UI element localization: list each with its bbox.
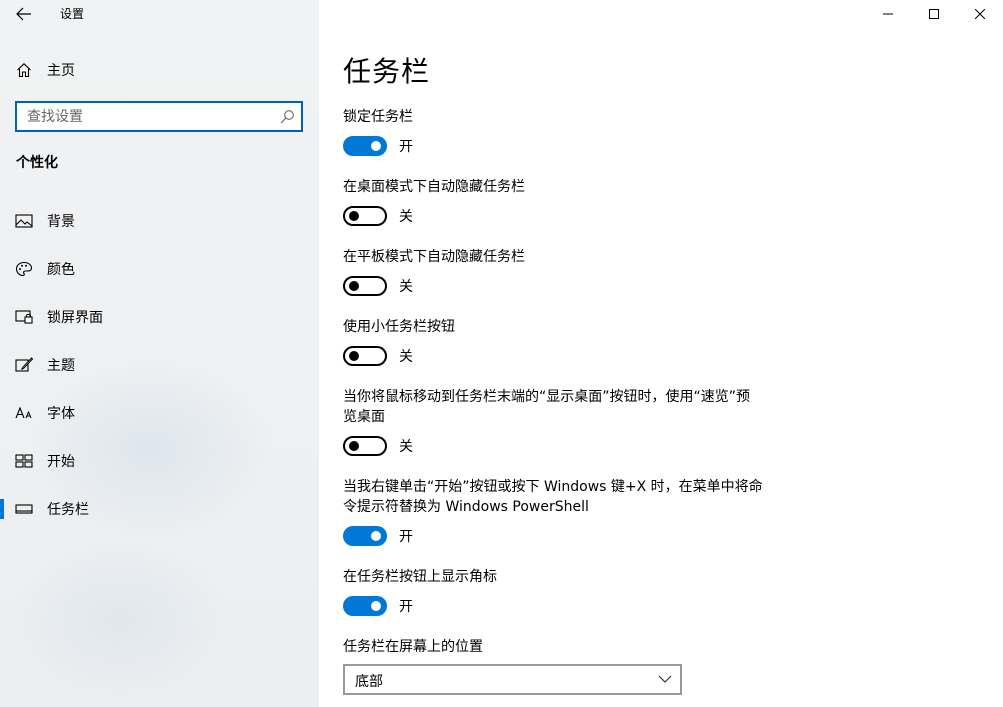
setting-autohide-desktop: 在桌面模式下自动隐藏任务栏 关 [343,177,793,226]
sidebar-item-background[interactable]: 背景 [0,201,319,241]
setting-label: 在任务栏按钮上显示角标 [343,569,497,585]
close-icon [975,9,985,19]
peek-toggle[interactable] [343,436,387,456]
search-input[interactable] [17,103,273,130]
setting-small-buttons: 使用小任务栏按钮 关 [343,317,793,366]
taskbar-icon [15,504,33,514]
toggle-state: 开 [399,529,413,545]
setting-label: 在平板模式下自动隐藏任务栏 [343,249,525,265]
home-icon [17,63,31,78]
setting-label: 在桌面模式下自动隐藏任务栏 [343,179,525,195]
toggle-state: 开 [399,139,413,155]
sidebar-item-label: 开始 [47,454,75,470]
autohide-desktop-toggle[interactable] [343,206,387,226]
setting-autohide-tablet: 在平板模式下自动隐藏任务栏 关 [343,247,793,296]
toggle-knob [349,281,359,291]
font-icon [15,406,32,419]
setting-powershell: 当我右键单击“开始”按钮或按下 Windows 键+X 时，在菜单中将命 令提示… [343,477,793,546]
search-box[interactable] [15,101,303,132]
lock-taskbar-toggle[interactable] [343,136,387,156]
sidebar-item-label: 背景 [47,214,75,230]
toggle-state: 开 [399,599,413,615]
window-controls [865,0,1003,28]
toggle-state: 关 [399,349,413,365]
back-button[interactable] [10,2,38,26]
setting-lock-taskbar: 锁定任务栏 开 [343,107,793,156]
sidebar-item-label: 锁屏界面 [47,310,103,326]
palette-icon [15,261,33,277]
small-buttons-toggle[interactable] [343,346,387,366]
start-grid-icon [15,454,33,468]
setting-label: 使用小任务栏按钮 [343,319,455,335]
toggle-state: 关 [399,439,413,455]
sidebar-item-themes[interactable]: 主题 [0,345,319,385]
maximize-button[interactable] [911,0,957,28]
minimize-button[interactable] [865,0,911,28]
picture-icon [15,214,33,228]
toggle-knob [371,601,381,611]
toggle-knob [371,531,381,541]
sidebar-item-colors[interactable]: 颜色 [0,249,319,289]
sidebar-item-home-label: 主页 [47,63,75,79]
setting-label-line1: 当你将鼠标移动到任务栏末端的“显示桌面”按钮时，使用“速览”预 [343,389,751,405]
sidebar-item-home[interactable]: 主页 [0,56,319,84]
toggle-state: 关 [399,209,413,225]
sidebar-item-label: 任务栏 [47,502,89,518]
position-label: 任务栏在屏幕上的位置 [343,639,483,655]
active-indicator [0,499,4,519]
sidebar-item-fonts[interactable]: 字体 [0,393,319,433]
setting-peek: 当你将鼠标移动到任务栏末端的“显示桌面”按钮时，使用“速览”预 览桌面 关 [343,387,793,456]
sidebar-item-lock-screen[interactable]: 锁屏界面 [0,297,319,337]
sidebar-item-start[interactable]: 开始 [0,441,319,481]
toggle-knob [349,441,359,451]
minimize-icon [883,13,893,15]
section-title: 个性化 [16,155,58,171]
toggle-knob [371,141,381,151]
chevron-down-icon [658,675,672,683]
lock-screen-icon [15,310,33,324]
setting-badges: 在任务栏按钮上显示角标 开 [343,567,793,616]
setting-label-line1: 当我右键单击“开始”按钮或按下 Windows 键+X 时，在菜单中将命 [343,479,763,495]
dropdown-value: 底部 [355,674,383,690]
powershell-toggle[interactable] [343,526,387,546]
setting-label-line2: 令提示符替换为 Windows PowerShell [343,499,589,515]
setting-label-line2: 览桌面 [343,409,385,425]
window-title: 设置 [60,7,85,21]
toggle-state: 关 [399,279,413,295]
sidebar: 设置 主页 个性化 背景 颜色 [0,0,319,707]
theme-brush-icon [15,357,33,372]
page-title: 任务栏 [343,55,431,88]
sidebar-item-label: 颜色 [47,262,75,278]
toggle-knob [349,351,359,361]
taskbar-position-dropdown[interactable]: 底部 [343,664,682,695]
sidebar-item-label: 主题 [47,358,75,374]
autohide-tablet-toggle[interactable] [343,276,387,296]
badges-toggle[interactable] [343,596,387,616]
back-arrow-icon [16,7,31,21]
toggle-knob [349,211,359,221]
search-icon[interactable] [279,109,295,125]
sidebar-item-label: 字体 [47,406,75,422]
setting-label: 锁定任务栏 [343,109,413,125]
maximize-icon [929,9,939,19]
sidebar-item-taskbar[interactable]: 任务栏 [0,489,319,529]
close-button[interactable] [957,0,1003,28]
setting-position: 任务栏在屏幕上的位置 [343,637,793,657]
